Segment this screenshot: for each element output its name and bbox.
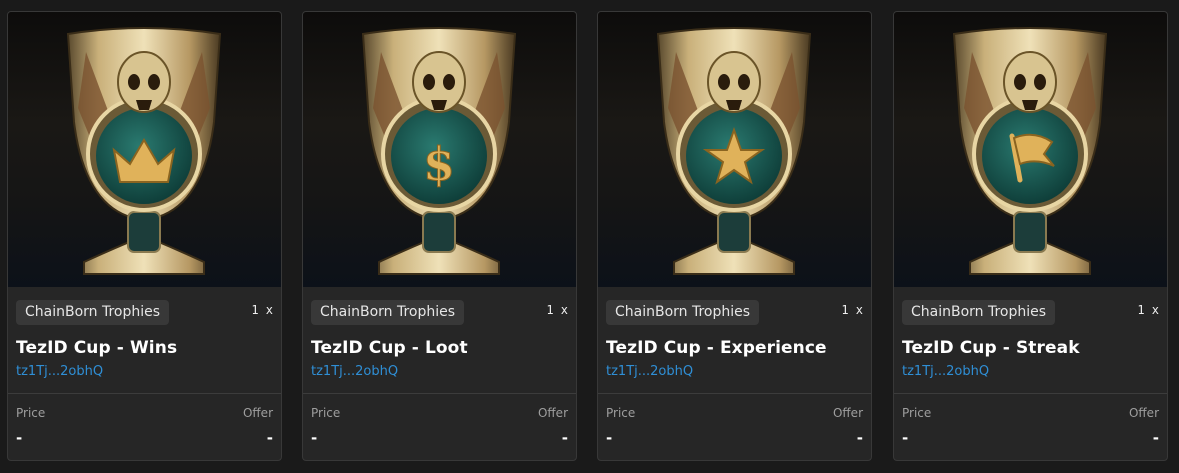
offer-label: Offer xyxy=(537,406,568,420)
price-value: - xyxy=(902,429,909,447)
offer-value: - xyxy=(266,429,273,447)
nft-title[interactable]: TezID Cup - Wins xyxy=(16,338,177,358)
nft-card[interactable]: ChainBorn Trophies 1 x TezID Cup - Wins … xyxy=(7,11,282,461)
offer-label: Offer xyxy=(1128,406,1159,420)
collection-badge[interactable]: ChainBorn Trophies xyxy=(16,300,170,325)
owner-address-link[interactable]: tz1Tj...2obhQ xyxy=(902,364,989,379)
price-value: - xyxy=(16,429,23,447)
edition-quantity: 1 x xyxy=(251,303,273,317)
trophy-image[interactable] xyxy=(894,12,1167,287)
nft-card[interactable]: ChainBorn Trophies 1 x TezID Cup - Strea… xyxy=(893,11,1168,461)
offer-label: Offer xyxy=(832,406,863,420)
divider xyxy=(303,393,576,394)
collection-badge[interactable]: ChainBorn Trophies xyxy=(311,300,465,325)
price-label: Price xyxy=(311,406,341,420)
collection-badge[interactable]: ChainBorn Trophies xyxy=(606,300,760,325)
price-label: Price xyxy=(606,406,636,420)
nft-title[interactable]: TezID Cup - Loot xyxy=(311,338,468,358)
offer-value: - xyxy=(561,429,568,447)
dollar-icon: $ xyxy=(423,137,455,191)
divider xyxy=(598,393,871,394)
edition-quantity: 1 x xyxy=(1137,303,1159,317)
trophy-cup-icon xyxy=(952,27,1108,275)
price-value: - xyxy=(311,429,318,447)
trophy-cup-icon xyxy=(656,27,812,275)
price-label: Price xyxy=(902,406,932,420)
nft-card[interactable]: ChainBorn Trophies 1 x TezID Cup - Exper… xyxy=(597,11,872,461)
owner-address-link[interactable]: tz1Tj...2obhQ xyxy=(311,364,398,379)
price-value: - xyxy=(606,429,613,447)
nft-title[interactable]: TezID Cup - Streak xyxy=(902,338,1080,358)
nft-title[interactable]: TezID Cup - Experience xyxy=(606,338,827,358)
edition-quantity: 1 x xyxy=(546,303,568,317)
divider xyxy=(8,393,281,394)
trophy-image[interactable] xyxy=(598,12,871,287)
offer-value: - xyxy=(856,429,863,447)
nft-card[interactable]: $ ChainBorn Trophies 1 x TezID Cup - Loo… xyxy=(302,11,577,461)
trophy-image[interactable]: $ xyxy=(303,12,576,287)
edition-quantity: 1 x xyxy=(841,303,863,317)
divider xyxy=(894,393,1167,394)
offer-label: Offer xyxy=(242,406,273,420)
owner-address-link[interactable]: tz1Tj...2obhQ xyxy=(16,364,103,379)
offer-value: - xyxy=(1152,429,1159,447)
trophy-cup-icon xyxy=(66,27,222,275)
nft-card-grid: ChainBorn Trophies 1 x TezID Cup - Wins … xyxy=(0,0,1179,473)
collection-badge[interactable]: ChainBorn Trophies xyxy=(902,300,1056,325)
owner-address-link[interactable]: tz1Tj...2obhQ xyxy=(606,364,693,379)
trophy-image[interactable] xyxy=(8,12,281,287)
trophy-cup-icon: $ xyxy=(361,27,517,275)
price-label: Price xyxy=(16,406,46,420)
